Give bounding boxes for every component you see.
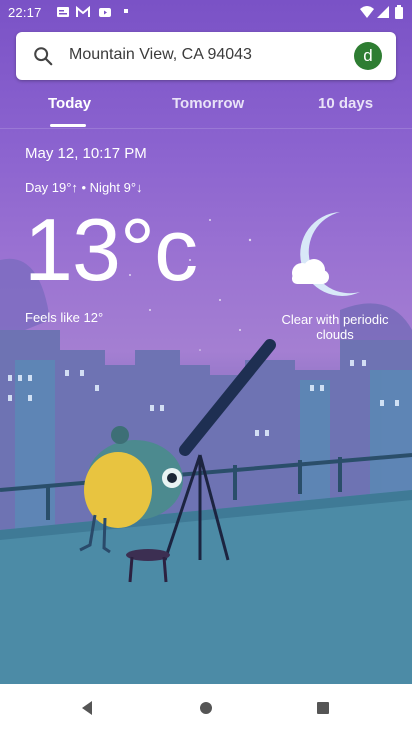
google-news-icon (57, 7, 69, 17)
day-night-temps: Day 19°↑ • Night 9°↓ (25, 180, 143, 195)
home-icon[interactable] (196, 698, 216, 718)
weather-screen: 22:17 Mountain View, CA 94043 d Today To… (0, 0, 412, 732)
weather-condition: Clear with periodic clouds (281, 312, 389, 342)
battery-icon (395, 5, 403, 19)
m-icon (76, 5, 90, 17)
signal-icon (377, 6, 389, 18)
tab-selected-indicator (50, 124, 86, 127)
search-icon[interactable] (32, 45, 54, 67)
feels-like-label: Feels like 12° (25, 310, 104, 325)
wifi-icon (360, 6, 374, 18)
system-nav-bar (0, 684, 412, 732)
tab-today[interactable]: Today (48, 95, 91, 112)
current-temperature: 13°c (24, 200, 198, 299)
tab-divider (0, 128, 412, 129)
location-search-bar[interactable]: Mountain View, CA 94043 d (16, 32, 396, 80)
youtube-icon (99, 8, 111, 17)
tab-10-days[interactable]: 10 days (318, 95, 373, 112)
location-input[interactable]: Mountain View, CA 94043 (69, 46, 252, 64)
date-time-label: May 12, 10:17 PM (25, 145, 147, 162)
back-icon[interactable] (78, 698, 98, 718)
tab-tomorrow[interactable]: Tomorrow (172, 95, 244, 112)
dot-icon (124, 9, 128, 13)
account-avatar[interactable]: d (354, 42, 382, 70)
status-bar: 22:17 (0, 0, 412, 24)
status-time: 22:17 (8, 5, 42, 20)
recents-icon[interactable] (313, 698, 333, 718)
